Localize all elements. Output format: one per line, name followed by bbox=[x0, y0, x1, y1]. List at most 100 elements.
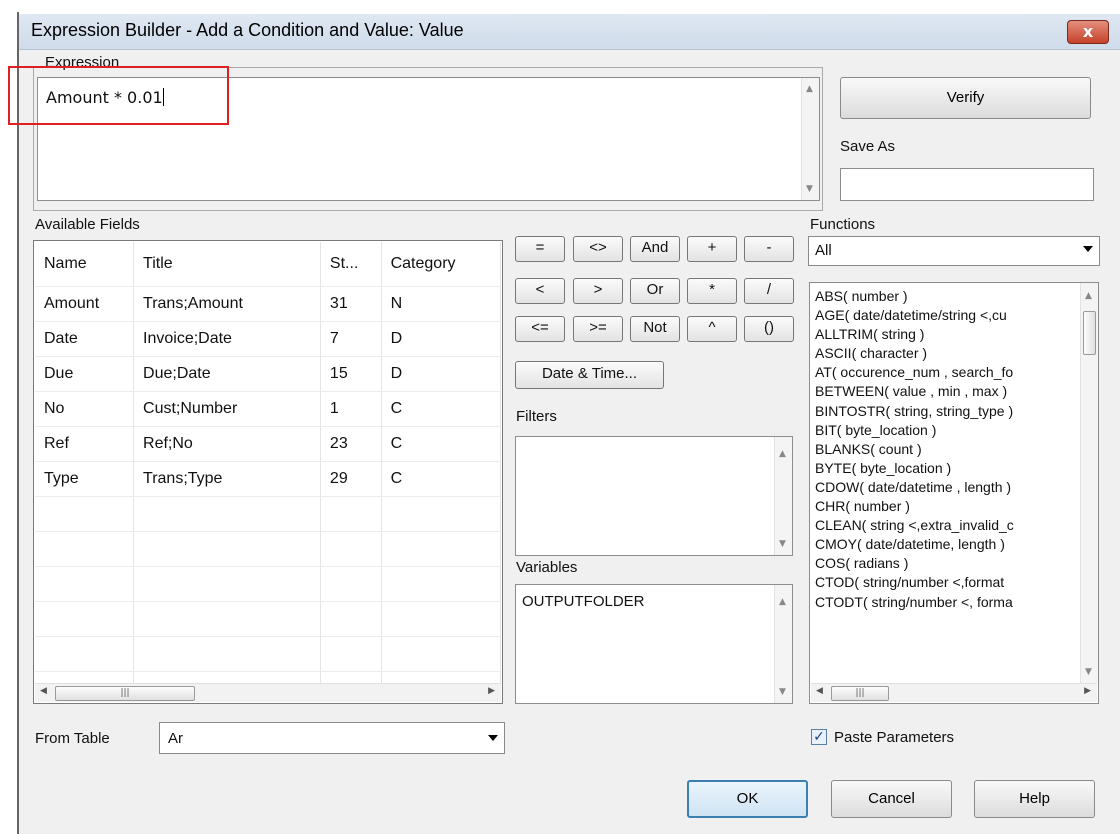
cell-name: Type bbox=[35, 461, 135, 497]
close-button[interactable]: x bbox=[1067, 20, 1109, 44]
functions-category-value: All bbox=[815, 242, 832, 259]
verify-button[interactable]: Verify bbox=[840, 77, 1091, 119]
scroll-up-icon[interactable]: ▲ bbox=[1085, 291, 1092, 301]
operator-divide-button[interactable]: / bbox=[744, 278, 794, 304]
function-item[interactable]: ASCII( character ) bbox=[815, 344, 1077, 363]
scroll-up-icon[interactable]: ▲ bbox=[779, 597, 786, 607]
scroll-thumb[interactable]: ||| bbox=[831, 686, 889, 701]
functions-category-dropdown[interactable]: All bbox=[808, 236, 1100, 266]
scroll-down-icon[interactable]: ▼ bbox=[806, 184, 813, 194]
scroll-up-icon[interactable]: ▲ bbox=[806, 84, 813, 94]
filters-list[interactable]: ▲ ▼ bbox=[515, 436, 793, 556]
operator-minus-button[interactable]: - bbox=[744, 236, 794, 262]
operator-power-button[interactable]: ^ bbox=[687, 316, 737, 342]
empty-row bbox=[35, 496, 501, 532]
scroll-down-icon[interactable]: ▼ bbox=[779, 539, 786, 549]
cell-category: N bbox=[381, 286, 501, 322]
operator-equals-button[interactable]: = bbox=[515, 236, 565, 262]
functions-list[interactable]: ABS( number ) AGE( date/datetime/string … bbox=[809, 282, 1099, 704]
function-item[interactable]: AT( occurence_num , search_fo bbox=[815, 363, 1077, 382]
function-item[interactable]: BETWEEN( value , min , max ) bbox=[815, 382, 1077, 401]
operator-not-button[interactable]: Not bbox=[630, 316, 680, 342]
empty-row bbox=[35, 671, 501, 683]
scroll-up-icon[interactable]: ▲ bbox=[779, 449, 786, 459]
function-item[interactable]: ABS( number ) bbox=[815, 287, 1077, 306]
cell-start: 7 bbox=[320, 321, 382, 357]
scroll-thumb[interactable] bbox=[1083, 311, 1096, 355]
cell-name: Date bbox=[35, 321, 135, 357]
cell-start: 23 bbox=[320, 426, 382, 462]
scroll-left-icon[interactable]: ◀ bbox=[40, 686, 47, 696]
ok-button[interactable]: OK bbox=[687, 780, 808, 818]
column-header-title[interactable]: Title bbox=[133, 242, 321, 287]
column-header-category[interactable]: Category bbox=[381, 242, 501, 287]
cell-title: Invoice;Date bbox=[133, 321, 321, 357]
function-item[interactable]: CHR( number ) bbox=[815, 497, 1077, 516]
function-item[interactable]: BIT( byte_location ) bbox=[815, 421, 1077, 440]
operator-less-than-button[interactable]: < bbox=[515, 278, 565, 304]
scroll-right-icon[interactable]: ▶ bbox=[1084, 686, 1091, 696]
operator-not-equals-button[interactable]: <> bbox=[573, 236, 623, 262]
date-time-button[interactable]: Date & Time... bbox=[515, 361, 664, 389]
function-item[interactable]: CDOW( date/datetime , length ) bbox=[815, 478, 1077, 497]
scroll-down-icon[interactable]: ▼ bbox=[779, 687, 786, 697]
expression-scrollbar[interactable]: ▲ ▼ bbox=[801, 78, 819, 200]
paste-parameters-label[interactable]: Paste Parameters bbox=[834, 729, 954, 746]
function-item[interactable]: BINTOSTR( string, string_type ) bbox=[815, 402, 1077, 421]
chevron-down-icon bbox=[488, 735, 498, 741]
table-row[interactable]: Due Due;Date 15 D bbox=[35, 356, 501, 392]
operator-less-equal-button[interactable]: <= bbox=[515, 316, 565, 342]
save-as-input[interactable] bbox=[840, 168, 1094, 201]
from-table-value: Ar bbox=[168, 730, 183, 747]
table-row[interactable]: Amount Trans;Amount 31 N bbox=[35, 286, 501, 322]
functions-items: ABS( number ) AGE( date/datetime/string … bbox=[815, 287, 1077, 612]
function-item[interactable]: CMOY( date/datetime, length ) bbox=[815, 535, 1077, 554]
functions-scrollbar[interactable]: ▲ ▼ bbox=[1080, 283, 1098, 683]
functions-horizontal-scrollbar[interactable]: ◀ ||| ▶ bbox=[811, 683, 1097, 702]
operator-multiply-button[interactable]: * bbox=[687, 278, 737, 304]
cell-name: Due bbox=[35, 356, 135, 392]
variable-item[interactable]: OUTPUTFOLDER bbox=[522, 593, 645, 610]
operator-and-button[interactable]: And bbox=[630, 236, 680, 262]
function-item[interactable]: COS( radians ) bbox=[815, 554, 1077, 573]
scroll-thumb[interactable]: ||| bbox=[55, 686, 195, 701]
filters-scrollbar[interactable]: ▲ ▼ bbox=[774, 437, 792, 555]
help-button[interactable]: Help bbox=[974, 780, 1095, 818]
operator-greater-equal-button[interactable]: >= bbox=[573, 316, 623, 342]
function-item[interactable]: BYTE( byte_location ) bbox=[815, 459, 1077, 478]
function-item[interactable]: CTODT( string/number <, forma bbox=[815, 593, 1077, 612]
operator-parentheses-button[interactable]: () bbox=[744, 316, 794, 342]
scroll-down-icon[interactable]: ▼ bbox=[1085, 667, 1092, 677]
variables-scrollbar[interactable]: ▲ ▼ bbox=[774, 585, 792, 703]
cell-start: 1 bbox=[320, 391, 382, 427]
table-row[interactable]: Date Invoice;Date 7 D bbox=[35, 321, 501, 357]
available-fields-list[interactable]: Name Title St... Category Amount Trans;A… bbox=[33, 240, 503, 704]
close-icon: x bbox=[1082, 22, 1094, 41]
table-row[interactable]: No Cust;Number 1 C bbox=[35, 391, 501, 427]
scroll-left-icon[interactable]: ◀ bbox=[816, 686, 823, 696]
dialog-title: Expression Builder - Add a Condition and… bbox=[31, 20, 464, 40]
save-as-label: Save As bbox=[840, 138, 896, 155]
table-row[interactable]: Ref Ref;No 23 C bbox=[35, 426, 501, 462]
table-row[interactable]: Type Trans;Type 29 C bbox=[35, 461, 501, 497]
variables-list[interactable]: OUTPUTFOLDER ▲ ▼ bbox=[515, 584, 793, 704]
column-header-name[interactable]: Name bbox=[35, 242, 135, 287]
function-item[interactable]: CTOD( string/number <,format bbox=[815, 573, 1077, 592]
operator-or-button[interactable]: Or bbox=[630, 278, 680, 304]
paste-parameters-checkbox[interactable]: ✓ bbox=[811, 729, 827, 745]
scroll-right-icon[interactable]: ▶ bbox=[488, 686, 495, 696]
cancel-button[interactable]: Cancel bbox=[831, 780, 952, 818]
fields-horizontal-scrollbar[interactable]: ◀ ||| ▶ bbox=[35, 683, 501, 702]
cell-category: C bbox=[381, 391, 501, 427]
column-header-start[interactable]: St... bbox=[320, 242, 382, 287]
empty-row bbox=[35, 531, 501, 567]
function-item[interactable]: BLANKS( count ) bbox=[815, 440, 1077, 459]
operator-greater-than-button[interactable]: > bbox=[573, 278, 623, 304]
from-table-dropdown[interactable]: Ar bbox=[159, 722, 505, 754]
operator-plus-button[interactable]: + bbox=[687, 236, 737, 262]
function-item[interactable]: AGE( date/datetime/string <,cu bbox=[815, 306, 1077, 325]
function-item[interactable]: CLEAN( string <,extra_invalid_c bbox=[815, 516, 1077, 535]
function-item[interactable]: ALLTRIM( string ) bbox=[815, 325, 1077, 344]
cell-name: Amount bbox=[35, 286, 135, 322]
title-bar: Expression Builder - Add a Condition and… bbox=[19, 14, 1120, 50]
